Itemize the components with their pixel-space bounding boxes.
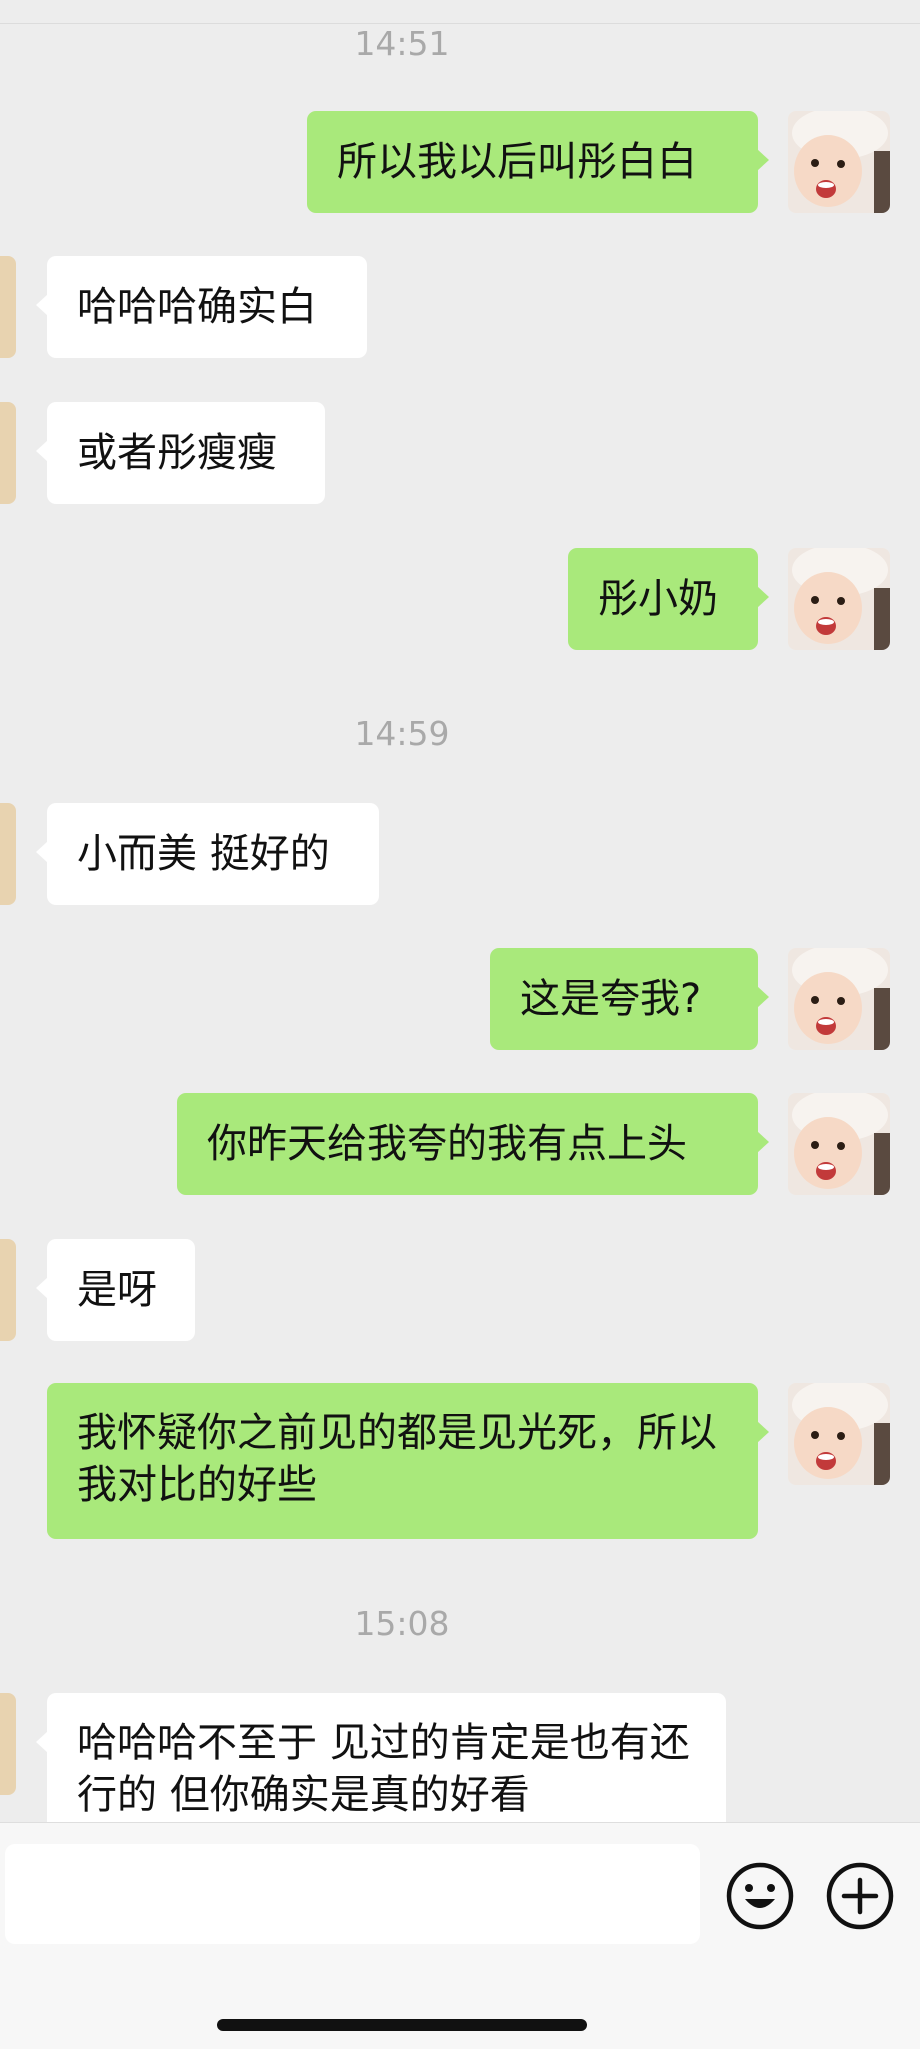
my-avatar[interactable] — [788, 948, 890, 1050]
contact-avatar[interactable] — [0, 803, 16, 905]
message-bubble-received[interactable]: 是呀 — [36, 1239, 195, 1341]
message-input[interactable] — [5, 1844, 700, 1944]
baby-face-icon — [788, 948, 890, 1050]
add-button[interactable] — [825, 1861, 895, 1931]
emoji-button[interactable] — [725, 1861, 795, 1931]
timestamp: 15:08 — [354, 1604, 450, 1643]
message-bubble-sent[interactable]: 所以我以后叫彤白白 — [307, 111, 769, 213]
message-bubble-sent[interactable]: 我怀疑你之前见的都是见光死，所以我对比的好些 — [47, 1383, 769, 1539]
timestamp: 14:59 — [354, 714, 450, 753]
baby-face-icon — [788, 111, 890, 213]
message-bubble-sent[interactable]: 这是夸我? — [490, 948, 769, 1050]
plus-circle-icon — [826, 1862, 894, 1930]
input-bar — [0, 1822, 920, 2049]
baby-face-icon — [788, 1093, 890, 1195]
message-bubble-received[interactable]: 哈哈哈确实白 — [36, 256, 367, 358]
emoji-icon — [726, 1862, 794, 1930]
message-bubble-sent[interactable]: 你昨天给我夸的我有点上头 — [177, 1093, 769, 1195]
my-avatar[interactable] — [788, 548, 890, 650]
contact-avatar[interactable] — [0, 256, 16, 358]
timestamp: 14:51 — [354, 24, 450, 63]
chat-area[interactable]: 14:51 所以我以后叫彤白白 哈哈哈确实白 或者彤瘦瘦 彤小奶 14:59 小… — [0, 0, 920, 1822]
home-indicator — [217, 2019, 587, 2031]
message-bubble-sent[interactable]: 彤小奶 — [568, 548, 769, 650]
baby-face-icon — [788, 548, 890, 650]
my-avatar[interactable] — [788, 1383, 890, 1485]
message-bubble-received[interactable]: 或者彤瘦瘦 — [36, 402, 325, 504]
my-avatar[interactable] — [788, 1093, 890, 1195]
message-bubble-received[interactable]: 小而美 挺好的 — [36, 803, 379, 905]
contact-avatar[interactable] — [0, 1239, 16, 1341]
message-bubble-received[interactable]: 哈哈哈不至于 见过的肯定是也有还行的 但你确实是真的好看 — [36, 1693, 726, 1822]
contact-avatar[interactable] — [0, 402, 16, 504]
baby-face-icon — [788, 1383, 890, 1485]
contact-avatar[interactable] — [0, 1693, 16, 1795]
my-avatar[interactable] — [788, 111, 890, 213]
